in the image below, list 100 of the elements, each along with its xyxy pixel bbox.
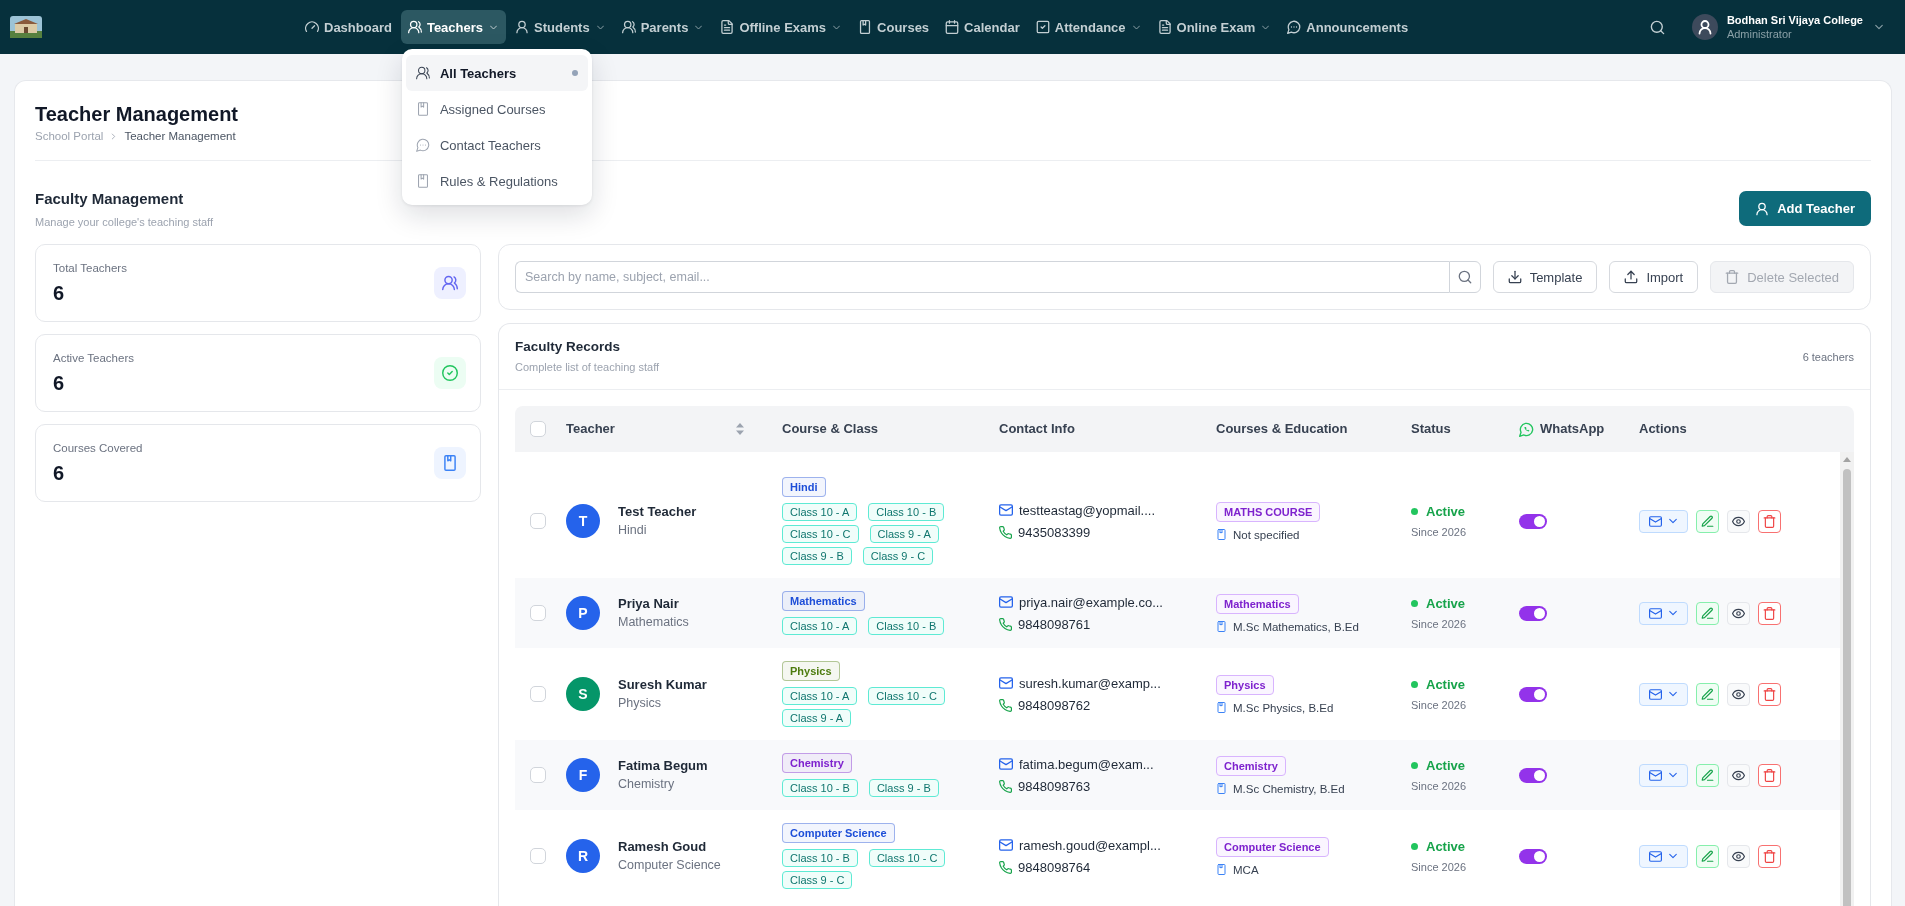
stat-value: 6: [53, 461, 65, 485]
nav-link[interactable]: Announcements: [1280, 10, 1416, 44]
column-header: Status: [1411, 421, 1452, 437]
edit-button[interactable]: [1696, 509, 1719, 533]
row-checkbox[interactable]: [530, 848, 546, 864]
class-tag: Class 9 - C: [862, 547, 934, 565]
nav-link[interactable]: Attendance: [1028, 10, 1149, 44]
toolbar-button[interactable]: Import: [1609, 261, 1699, 293]
education-text: M.Sc Physics, B.Ed: [1233, 701, 1334, 714]
section-subtitle: Manage your college's teaching staff: [35, 215, 213, 230]
delete-button[interactable]: [1758, 509, 1781, 533]
phone-icon: [999, 698, 1012, 712]
menu-item[interactable]: Rules & Regulations: [405, 163, 588, 199]
teacher-subject: Physics: [618, 695, 662, 712]
phone-icon: [999, 860, 1012, 874]
whatsapp-toggle[interactable]: [1519, 848, 1547, 864]
email-menu-button[interactable]: [1639, 844, 1688, 868]
email-menu-button[interactable]: [1639, 763, 1688, 787]
select-all-checkbox[interactable]: [530, 421, 546, 437]
eye-icon: [1732, 514, 1745, 528]
column-header: Actions: [1639, 421, 1688, 437]
search-icon[interactable]: [1649, 19, 1665, 35]
eye-icon: [1732, 849, 1745, 863]
nav-link[interactable]: Courses: [851, 10, 937, 44]
scrollbar[interactable]: [1840, 452, 1854, 906]
teacher-name: Ramesh Goud: [618, 838, 707, 855]
view-button[interactable]: [1727, 509, 1750, 533]
toolbar-button[interactable]: Template: [1492, 261, 1598, 293]
email-text: priya.nair@example.co...: [1019, 594, 1163, 610]
breadcrumb-current: Teacher Management: [124, 129, 236, 144]
trash-icon: [1763, 849, 1776, 863]
search-button[interactable]: [1448, 261, 1481, 293]
nav-link[interactable]: Calendar: [938, 10, 1027, 44]
pencil-icon: [1701, 514, 1714, 528]
whatsapp-toggle[interactable]: [1519, 513, 1547, 529]
view-button[interactable]: [1727, 763, 1750, 787]
download-icon: [1507, 270, 1522, 284]
whatsapp-toggle[interactable]: [1519, 605, 1547, 621]
edit-button[interactable]: [1696, 601, 1719, 625]
subject-tag: Computer Science: [782, 823, 895, 843]
delete-button[interactable]: [1758, 682, 1781, 706]
phone-icon: [999, 525, 1012, 539]
whatsapp-toggle[interactable]: [1519, 686, 1547, 702]
building-icon[interactable]: [10, 16, 42, 38]
book-icon: [1216, 621, 1227, 632]
mail-icon: [999, 838, 1013, 852]
column-header: Contact Info: [999, 421, 1076, 437]
nav-link[interactable]: Online Exam: [1150, 10, 1279, 44]
email-menu-button[interactable]: [1639, 601, 1688, 625]
view-button[interactable]: [1727, 844, 1750, 868]
menu-item[interactable]: Contact Teachers: [405, 127, 588, 163]
course-tag: MATHS COURSE: [1216, 501, 1321, 522]
class-tag: Class 10 - B: [782, 779, 858, 797]
sort-icon[interactable]: [736, 423, 744, 435]
phone-number: 9848098764: [1018, 859, 1091, 875]
scrollbar-thumb[interactable]: [1843, 469, 1851, 906]
search-field[interactable]: Search by name, subject, email...: [515, 261, 1449, 293]
column-header[interactable]: Teacher: [566, 421, 766, 437]
class-tag: Class 10 - B: [868, 503, 945, 521]
user-avatar-icon[interactable]: [1691, 14, 1718, 40]
subject-tag: Chemistry: [782, 753, 852, 773]
email-text: fatima.begum@exam...: [1019, 756, 1154, 772]
delete-button[interactable]: [1758, 763, 1781, 787]
trash-icon: [1725, 270, 1740, 284]
add-teacher-button[interactable]: Add Teacher: [1739, 191, 1871, 226]
status-text: Active: [1426, 677, 1466, 692]
edit-button[interactable]: [1696, 763, 1719, 787]
row-checkbox[interactable]: [530, 686, 546, 702]
menu-item[interactable]: All Teachers: [405, 55, 588, 91]
education-text: M.Sc Mathematics, B.Ed: [1233, 620, 1359, 633]
view-button[interactable]: [1727, 682, 1750, 706]
email-text: testteastag@yopmail....: [1019, 502, 1156, 518]
row-checkbox[interactable]: [530, 513, 546, 529]
nav-link[interactable]: Teachers: [400, 10, 507, 44]
subject-tag: Physics: [782, 661, 840, 681]
page-title: Teacher Management: [35, 102, 239, 126]
search-icon: [1457, 270, 1472, 284]
scroll-up-icon[interactable]: [1843, 457, 1851, 462]
view-button[interactable]: [1727, 601, 1750, 625]
user-name: Bodhan Sri Vijaya College: [1726, 13, 1863, 27]
delete-button[interactable]: [1758, 844, 1781, 868]
row-checkbox[interactable]: [530, 605, 546, 621]
dot-icon: [571, 70, 578, 76]
email-menu-button[interactable]: [1639, 682, 1688, 706]
edit-button[interactable]: [1696, 682, 1719, 706]
teacher-name: Priya Nair: [618, 595, 679, 612]
nav-link[interactable]: Students: [508, 10, 613, 44]
nav-link[interactable]: Offline Exams: [713, 10, 850, 44]
nav-link[interactable]: Dashboard: [298, 10, 399, 44]
edit-button[interactable]: [1696, 844, 1719, 868]
document-icon: [1157, 20, 1172, 34]
class-tag: Class 10 - C: [868, 687, 945, 705]
email-menu-button[interactable]: [1639, 509, 1688, 533]
row-checkbox[interactable]: [530, 767, 546, 783]
nav-link[interactable]: Parents: [614, 10, 712, 44]
delete-button[interactable]: [1758, 601, 1781, 625]
course-tag: Physics: [1216, 674, 1274, 695]
whatsapp-toggle[interactable]: [1519, 767, 1547, 783]
since-text: Since 2026: [1411, 526, 1467, 538]
menu-item[interactable]: Assigned Courses: [405, 91, 588, 127]
